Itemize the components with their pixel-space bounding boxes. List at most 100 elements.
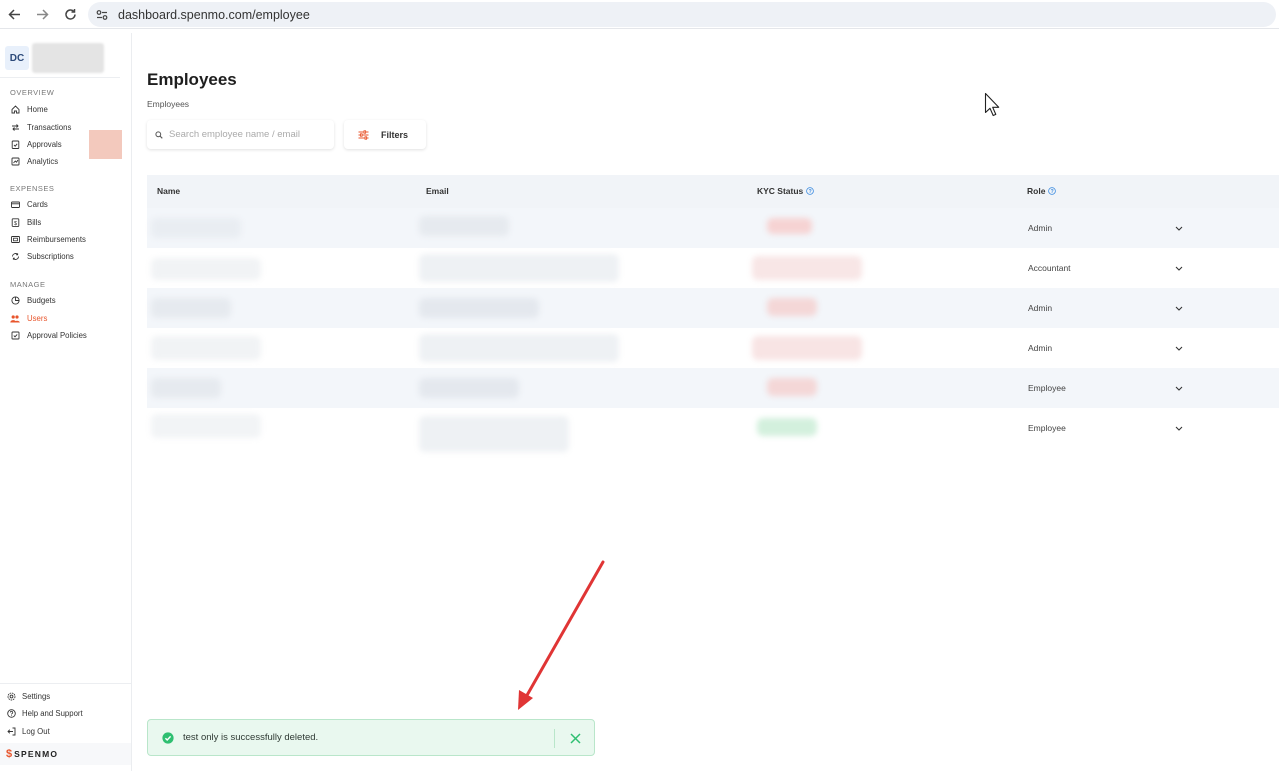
name-redacted — [151, 414, 261, 438]
sidebar: DC OVERVIEW Home Transactions Approvals … — [0, 33, 132, 771]
transfer-icon — [10, 122, 20, 132]
divider — [0, 683, 131, 684]
sidebar-item-label: Analytics — [27, 156, 59, 166]
check-circle-icon — [162, 731, 174, 744]
role-value: Admin — [1028, 223, 1053, 233]
info-icon[interactable]: ? — [806, 187, 815, 195]
table-row[interactable]: Admin — [147, 328, 1279, 368]
table-row[interactable]: Employee — [147, 368, 1279, 408]
chevron-down-icon — [1175, 386, 1183, 391]
reload-icon — [64, 8, 76, 20]
column-label: Email — [426, 186, 449, 196]
role-dropdown[interactable] — [1175, 248, 1183, 288]
column-header-role: Role ? — [1027, 186, 1057, 196]
sidebar-item-approval-policies[interactable]: Approval Policies — [10, 328, 87, 342]
sidebar-item-label: Log Out — [22, 726, 50, 736]
sidebar-item-budgets[interactable]: Budgets — [10, 293, 56, 307]
sidebar-item-analytics[interactable]: Analytics — [10, 154, 58, 168]
search-box[interactable] — [147, 120, 334, 149]
role-value: Admin — [1028, 303, 1053, 313]
site-settings-icon[interactable] — [96, 8, 110, 22]
chevron-down-icon — [1175, 226, 1183, 231]
table-row[interactable]: Admin — [147, 288, 1279, 328]
role-dropdown[interactable] — [1175, 328, 1183, 368]
sidebar-item-settings[interactable]: Settings — [6, 691, 50, 701]
table-row[interactable]: Accountant — [147, 248, 1279, 288]
email-redacted — [419, 254, 619, 282]
breadcrumb[interactable]: Employees — [147, 99, 189, 109]
role-value: Admin — [1028, 343, 1053, 353]
notification-badge-redacted — [89, 130, 122, 159]
sidebar-item-label: Cards — [27, 199, 48, 209]
toast-close-button[interactable] — [566, 729, 585, 748]
column-header-name: Name — [157, 186, 180, 196]
sidebar-item-help[interactable]: Help and Support — [6, 708, 83, 718]
filters-button[interactable]: Filters — [344, 120, 426, 149]
sidebar-item-label: Settings — [22, 691, 51, 701]
sidebar-item-logout[interactable]: Log Out — [6, 726, 50, 736]
users-icon — [10, 313, 20, 323]
sidebar-item-transactions[interactable]: Transactions — [10, 120, 71, 134]
role-value: Employee — [1028, 423, 1066, 433]
sidebar-item-label: Budgets — [27, 295, 56, 305]
chevron-down-icon — [1175, 306, 1183, 311]
role-dropdown[interactable] — [1175, 408, 1183, 448]
sidebar-item-label: Approval Policies — [27, 330, 87, 340]
sidebar-item-cards[interactable]: Cards — [10, 197, 48, 211]
section-label-overview: OVERVIEW — [10, 88, 55, 97]
divider — [554, 729, 555, 748]
table-row[interactable]: Employee — [147, 408, 1279, 452]
email-redacted — [419, 298, 539, 318]
address-bar[interactable]: dashboard.spenmo.com/employee — [88, 2, 1276, 27]
org-switcher[interactable]: DC — [5, 43, 104, 73]
sidebar-item-approvals[interactable]: Approvals — [10, 137, 62, 151]
sidebar-item-bills[interactable]: $ Bills — [10, 215, 41, 229]
logout-icon — [6, 726, 16, 736]
back-button[interactable] — [0, 0, 28, 28]
sidebar-item-label: Reimbursements — [27, 234, 86, 244]
sidebar-item-users[interactable]: Users — [10, 311, 47, 325]
filter-sliders-icon — [358, 129, 369, 140]
sidebar-item-label: Home — [27, 104, 48, 114]
search-icon — [155, 130, 163, 139]
sidebar-item-label: Help and Support — [22, 708, 83, 718]
reload-button[interactable] — [56, 0, 84, 28]
email-redacted — [419, 378, 519, 398]
chart-icon — [10, 156, 20, 166]
column-header-kyc-status: KYC Status ? — [757, 186, 815, 196]
sidebar-item-label: Bills — [27, 217, 42, 227]
employees-table: Name Email KYC Status ? Role ? Admin Acc… — [147, 175, 1279, 452]
name-redacted — [151, 298, 231, 318]
sidebar-item-reimbursements[interactable]: Reimbursements — [10, 232, 86, 246]
filters-label: Filters — [381, 129, 409, 140]
policy-icon — [10, 330, 20, 340]
refresh-icon — [10, 251, 20, 261]
email-redacted — [419, 216, 509, 236]
card-icon — [10, 199, 20, 209]
clipboard-check-icon — [10, 139, 20, 149]
browser-toolbar: dashboard.spenmo.com/employee — [0, 0, 1279, 29]
sidebar-item-label: Subscriptions — [27, 251, 74, 261]
role-dropdown[interactable] — [1175, 208, 1183, 248]
sidebar-item-home[interactable]: Home — [10, 102, 48, 116]
kyc-status-badge — [767, 378, 817, 396]
table-row[interactable]: Admin — [147, 208, 1279, 248]
page-title: Employees — [147, 70, 237, 89]
org-name-redacted — [32, 43, 104, 73]
reimburse-icon — [10, 234, 20, 244]
kyc-status-badge — [767, 298, 817, 316]
email-redacted — [419, 416, 569, 452]
arrow-right-icon — [36, 8, 49, 20]
search-input[interactable] — [169, 129, 329, 140]
column-label: KYC Status — [757, 186, 804, 196]
help-icon — [6, 708, 16, 718]
brand-logo: $ SPENMO — [0, 743, 131, 765]
sidebar-item-label: Users — [27, 313, 48, 323]
role-dropdown[interactable] — [1175, 368, 1183, 408]
info-icon[interactable]: ? — [1048, 187, 1057, 195]
chevron-down-icon — [1175, 266, 1183, 271]
role-dropdown[interactable] — [1175, 288, 1183, 328]
forward-button[interactable] — [28, 0, 56, 28]
sidebar-item-subscriptions[interactable]: Subscriptions — [10, 249, 74, 263]
name-redacted — [151, 336, 261, 360]
